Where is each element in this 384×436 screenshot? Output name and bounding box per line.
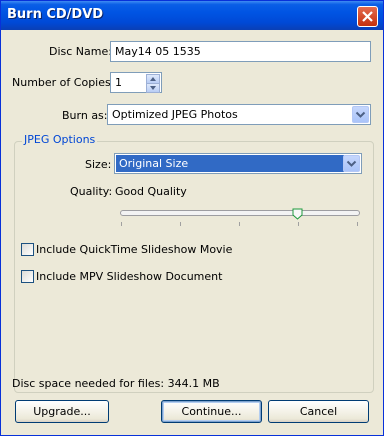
upgrade-button[interactable]: Upgrade... [15,400,109,423]
quicktime-checkbox[interactable] [21,243,34,256]
disc-name-input[interactable]: May14 05 1535 [110,41,371,62]
close-button[interactable] [357,6,378,27]
title-bar[interactable]: Burn CD/DVD [1,1,383,30]
mpv-label: Include MPV Slideshow Document [36,270,223,283]
size-value: Original Size [119,157,189,170]
disc-space-text: Disc space needed for files: 344.1 MB [12,377,220,390]
slider-tick [298,222,299,226]
arrow-up-icon [150,77,156,81]
close-icon [362,11,373,22]
jpeg-options-title: JPEG Options [22,133,98,146]
copies-down-button[interactable] [146,83,160,93]
mpv-checkbox[interactable] [21,270,34,283]
dialog-body: Disc Name: May14 05 1535 Number of Copie… [4,30,380,434]
quality-slider-thumb[interactable] [292,208,303,220]
slider-tick [357,222,358,226]
quicktime-label: Include QuickTime Slideshow Movie [36,243,233,256]
upgrade-button-label: Upgrade... [33,405,91,418]
cancel-button[interactable]: Cancel [268,400,369,423]
quality-value: Good Quality [115,185,187,198]
burn-as-dropdown-button[interactable] [352,106,369,123]
slider-tick [239,222,240,226]
jpeg-options-group [14,141,374,393]
quality-label: Quality: [70,185,113,198]
burn-as-label: Burn as: [62,109,108,122]
window-title: Burn CD/DVD [7,7,104,22]
arrow-down-icon [150,86,156,90]
disc-name-label: Disc Name: [49,45,112,58]
quality-slider-track[interactable] [120,210,360,216]
chevron-down-icon [355,111,366,118]
slider-tick [180,222,181,226]
continue-button-label: Continue... [181,405,242,418]
continue-button[interactable]: Continue... [161,400,262,423]
copies-label: Number of Copies: [12,76,115,89]
slider-tick [121,222,122,226]
size-label: Size: [85,158,112,171]
cancel-button-label: Cancel [299,405,338,418]
chevron-down-icon [346,160,357,167]
size-dropdown-button[interactable] [343,155,360,172]
size-select[interactable]: Original Size [114,153,362,174]
burn-as-value: Optimized JPEG Photos [112,108,238,121]
burn-dialog: Burn CD/DVD Disc Name: May14 05 1535 Num… [0,0,384,436]
burn-as-select[interactable]: Optimized JPEG Photos [107,104,371,125]
